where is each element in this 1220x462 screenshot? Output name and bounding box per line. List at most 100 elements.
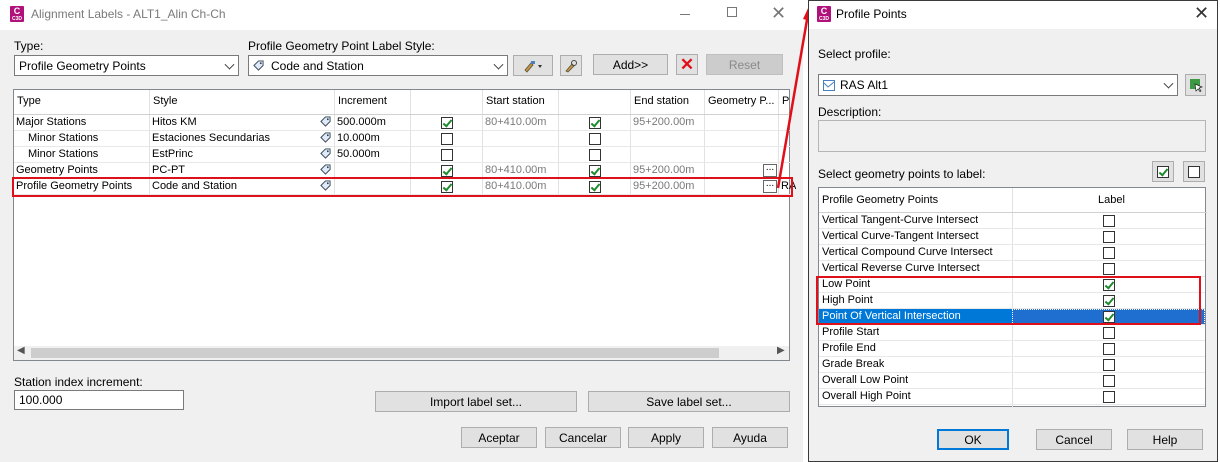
highlight-box: [816, 276, 1201, 325]
column-header-increment[interactable]: Increment: [338, 95, 387, 107]
row-divider: [819, 244, 1205, 245]
header-divider: [819, 212, 1207, 213]
edit-style-icon: [524, 60, 542, 73]
apply-button[interactable]: Apply: [628, 427, 704, 448]
import-label-set-button[interactable]: Import label set...: [375, 391, 577, 412]
maximize-button[interactable]: [727, 7, 737, 17]
cell-style[interactable]: PC-PT: [152, 164, 185, 176]
geometry-point-name[interactable]: Profile Start: [822, 326, 879, 338]
geometry-point-name[interactable]: Vertical Curve-Tangent Intersect: [822, 230, 979, 242]
help-button[interactable]: Help: [1127, 429, 1203, 450]
geometry-point-label-checkbox[interactable]: [1103, 215, 1115, 227]
row-divider: [819, 260, 1205, 261]
label-style-dropdown[interactable]: Code and Station: [248, 55, 508, 76]
geometry-point-name[interactable]: Vertical Reverse Curve Intersect: [822, 262, 980, 274]
geometry-point-label-checkbox[interactable]: [1103, 247, 1115, 259]
end-station-checkbox[interactable]: [589, 165, 601, 177]
scrollbar-thumb[interactable]: [31, 348, 719, 358]
geometry-point-label-checkbox[interactable]: [1103, 343, 1115, 355]
station-index-input[interactable]: 100.000: [14, 390, 184, 410]
style-tag-icon[interactable]: [320, 132, 331, 143]
style-edit-dropdown-button[interactable]: [513, 55, 553, 76]
start-station-checkbox[interactable]: [441, 149, 453, 161]
cell-style[interactable]: Hitos KM: [152, 116, 197, 128]
start-station-checkbox[interactable]: [441, 133, 453, 145]
end-station-checkbox[interactable]: [589, 133, 601, 145]
cell-start-station[interactable]: 80+410.00m: [485, 116, 546, 128]
start-station-checkbox[interactable]: [441, 165, 453, 177]
cell-style[interactable]: Estaciones Secundarias: [152, 132, 270, 144]
cell-end-station[interactable]: 95+200.00m: [633, 164, 694, 176]
cancel-button[interactable]: Cancel: [1036, 429, 1112, 450]
help-button[interactable]: Ayuda: [712, 427, 788, 448]
geometry-point-label-checkbox[interactable]: [1103, 375, 1115, 387]
close-button[interactable]: ✕: [1194, 4, 1209, 22]
row-divider: [14, 162, 791, 163]
row-divider: [819, 228, 1205, 229]
geometry-point-label-checkbox[interactable]: [1103, 391, 1115, 403]
row-divider: [819, 372, 1205, 373]
cell-type[interactable]: Geometry Points: [16, 164, 98, 176]
cell-type[interactable]: Minor Stations: [28, 148, 98, 160]
style-tag-icon[interactable]: [320, 164, 331, 175]
profile-dropdown[interactable]: RAS Alt1: [818, 74, 1178, 96]
check-all-button[interactable]: [1152, 161, 1174, 182]
column-header-points[interactable]: Profile Geometry Points: [822, 194, 938, 206]
geometry-point-label-checkbox[interactable]: [1103, 263, 1115, 275]
end-station-checkbox[interactable]: [589, 149, 601, 161]
cell-increment[interactable]: 50.000m: [337, 148, 380, 160]
geometry-point-label-checkbox[interactable]: [1103, 359, 1115, 371]
add-button[interactable]: Add>>: [593, 54, 668, 75]
horizontal-scrollbar[interactable]: ◀ ▶: [14, 345, 789, 360]
cell-increment[interactable]: 500.000m: [337, 116, 386, 128]
cancel-button[interactable]: Cancelar: [545, 427, 621, 448]
geometry-point-name[interactable]: Overall High Point: [822, 390, 911, 402]
scroll-right-icon[interactable]: ▶: [777, 345, 785, 356]
column-header-geometry-points[interactable]: Geometry P...: [708, 95, 774, 107]
description-box[interactable]: [818, 120, 1206, 152]
end-station-checkbox[interactable]: [589, 117, 601, 129]
label-style-icon: [253, 60, 264, 71]
column-header-style[interactable]: Style: [153, 95, 177, 107]
delete-button[interactable]: ✕: [676, 54, 698, 75]
cell-type[interactable]: Minor Stations: [28, 132, 98, 144]
row-divider: [819, 340, 1205, 341]
type-dropdown-value: Profile Geometry Points: [19, 58, 146, 73]
row-divider: [819, 356, 1205, 357]
pick-profile-button[interactable]: [1185, 74, 1206, 96]
geometry-point-name[interactable]: Overall Low Point: [822, 374, 908, 386]
geometry-point-name[interactable]: Vertical Compound Curve Intersect: [822, 246, 993, 258]
cell-end-station[interactable]: 95+200.00m: [633, 116, 694, 128]
column-header-start-station[interactable]: Start station: [486, 95, 545, 107]
civil3d-app-icon: C C3D: [817, 6, 831, 22]
geometry-point-name[interactable]: Vertical Tangent-Curve Intersect: [822, 214, 978, 226]
column-header-type[interactable]: Type: [17, 95, 41, 107]
minimize-button[interactable]: [680, 14, 690, 15]
geometry-point-label-checkbox[interactable]: [1103, 231, 1115, 243]
style-tag-icon[interactable]: [320, 116, 331, 127]
cell-start-station[interactable]: 80+410.00m: [485, 164, 546, 176]
row-divider: [819, 388, 1205, 389]
uncheck-all-button[interactable]: [1183, 161, 1205, 182]
title-bar: C C3D Profile Points ✕: [809, 1, 1217, 29]
start-station-checkbox[interactable]: [441, 117, 453, 129]
scroll-left-icon[interactable]: ◀: [17, 345, 25, 356]
window-title: Alignment Labels - ALT1_Alin Ch-Ch: [31, 7, 226, 21]
cell-increment[interactable]: 10.000m: [337, 132, 380, 144]
geometry-point-name[interactable]: Profile End: [822, 342, 876, 354]
select-points-label: Select geometry points to label:: [818, 167, 986, 181]
geometry-point-name[interactable]: Grade Break: [822, 358, 884, 370]
column-header-label[interactable]: Label: [1098, 194, 1125, 206]
ok-button[interactable]: OK: [937, 429, 1009, 450]
pick-style-icon: [565, 59, 577, 72]
cell-type[interactable]: Major Stations: [16, 116, 86, 128]
cell-style[interactable]: EstPrinc: [152, 148, 193, 160]
accept-button[interactable]: Aceptar: [461, 427, 537, 448]
column-header-end-station[interactable]: End station: [634, 95, 689, 107]
check-all-icon: [1157, 165, 1169, 178]
style-tag-icon[interactable]: [320, 148, 331, 159]
save-label-set-button[interactable]: Save label set...: [588, 391, 790, 412]
type-dropdown[interactable]: Profile Geometry Points: [14, 55, 239, 76]
geometry-point-label-checkbox[interactable]: [1103, 327, 1115, 339]
pick-style-button[interactable]: [560, 55, 582, 76]
